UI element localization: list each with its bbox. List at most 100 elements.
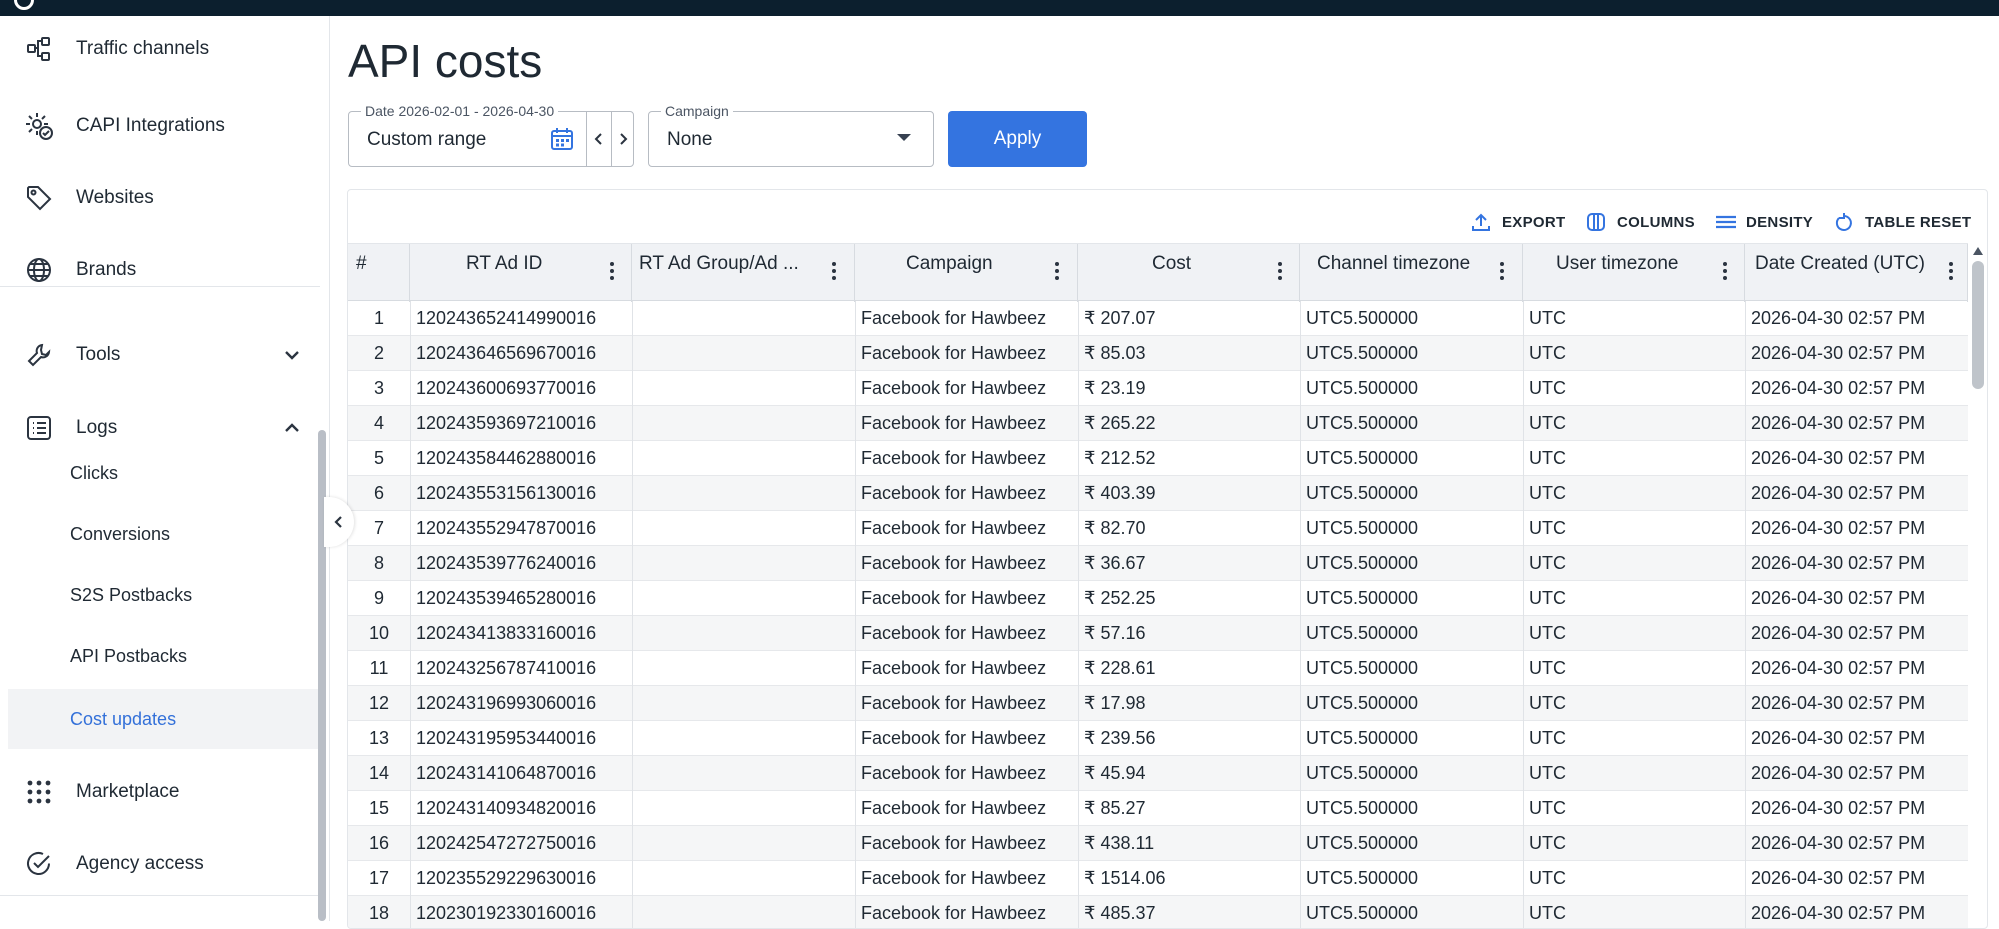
campaign-filter-value: None bbox=[667, 129, 713, 150]
table-header: # RT Ad ID RT Ad Group/Ad ... Campaign C… bbox=[348, 243, 1968, 302]
table-cell: 120243646569670016 bbox=[416, 343, 597, 363]
sidebar-subitem-conversions[interactable]: Conversions bbox=[8, 504, 318, 564]
table-cell: UTC5.500000 bbox=[1306, 868, 1419, 888]
table-row[interactable]: 18 120230192330160016 Facebook for Hawbeez… bbox=[348, 896, 1968, 928]
campaign-select[interactable]: Campaign None bbox=[648, 103, 934, 167]
sidebar-item-websites[interactable]: Websites bbox=[0, 170, 320, 226]
table-cell: UTC5.500000 bbox=[1306, 658, 1419, 678]
sidebar-subitem-label: Cost updates bbox=[70, 708, 177, 729]
table-row[interactable]: 10 120243413833160016 Facebook for Hawbeez… bbox=[348, 616, 1968, 651]
column-menu-icon[interactable] bbox=[1276, 260, 1284, 284]
table-cell: UTC5.500000 bbox=[1306, 308, 1419, 328]
table-cell: 14 bbox=[368, 763, 390, 783]
calendar-icon[interactable] bbox=[549, 126, 575, 152]
table-cell: 16 bbox=[368, 833, 390, 853]
table-row[interactable]: 7 120243552947870016 Facebook for Hawbeez ₹… bbox=[348, 511, 1968, 546]
table-cell: 12 bbox=[368, 693, 390, 713]
scroll-up-arrow-icon[interactable] bbox=[1973, 247, 1983, 255]
column-header-campaign[interactable]: Campaign bbox=[855, 244, 1078, 302]
table-row[interactable]: 9 120243539465280016 Facebook for Hawbeez ₹… bbox=[348, 581, 1968, 616]
table-cell: 2026-04-30 02:57 PM bbox=[1751, 518, 1926, 538]
column-header-label: Date Created (UTC) bbox=[1755, 253, 1925, 274]
column-header-rt-ad-group[interactable]: RT Ad Group/Ad ... bbox=[632, 244, 855, 302]
table-row[interactable]: 17 120235529229630016 Facebook for Hawbeez… bbox=[348, 861, 1968, 896]
column-menu-icon[interactable] bbox=[1947, 260, 1955, 284]
app-logo[interactable] bbox=[14, 0, 34, 10]
page-title: API costs bbox=[348, 35, 543, 87]
table-cell: UTC bbox=[1529, 588, 1566, 608]
table-row[interactable]: 2 120243646569670016 Facebook for Hawbeez ₹… bbox=[348, 336, 1968, 371]
table-row[interactable]: 6 120243553156130016 Facebook for Hawbeez ₹… bbox=[348, 476, 1968, 511]
sidebar-subitem-clicks[interactable]: Clicks bbox=[8, 443, 318, 503]
sidebar-item-traffic-channels[interactable]: Traffic channels bbox=[0, 21, 320, 77]
column-menu-icon[interactable] bbox=[1498, 260, 1506, 284]
columns-button[interactable]: COLUMNS bbox=[1585, 208, 1695, 236]
table-cell: 120243539465280016 bbox=[416, 588, 597, 608]
export-label: EXPORT bbox=[1502, 213, 1566, 231]
table-row[interactable]: 3 120243600693770016 Facebook for Hawbeez ₹… bbox=[348, 371, 1968, 406]
sidebar-subitem-cost-updates[interactable]: Cost updates bbox=[8, 689, 318, 749]
table-row[interactable]: 4 120243593697210016 Facebook for Hawbeez ₹… bbox=[348, 406, 1968, 441]
sidebar-subitem-label: Clicks bbox=[70, 462, 118, 483]
table-cell: Facebook for Hawbeez bbox=[861, 448, 1047, 468]
table-row[interactable]: 5 120243584462880016 Facebook for Hawbeez ₹… bbox=[348, 441, 1968, 476]
table-row[interactable]: 1 120243652414990016 Facebook for Hawbeez ₹… bbox=[348, 301, 1968, 336]
column-divider bbox=[1523, 301, 1524, 928]
table-row[interactable]: 14 120243141064870016 Facebook for Hawbeez… bbox=[348, 756, 1968, 791]
table-cell: UTC bbox=[1529, 308, 1566, 328]
sidebar-item-label: CAPI Integrations bbox=[76, 115, 225, 136]
table-cell: ₹ 239.56 bbox=[1084, 728, 1156, 748]
column-header-index[interactable]: # bbox=[348, 244, 410, 302]
table-row[interactable]: 11 120243256787410016 Facebook for Hawbeez… bbox=[348, 651, 1968, 686]
column-menu-icon[interactable] bbox=[830, 260, 838, 284]
table-row[interactable]: 16 120242547272750016 Facebook for Hawbeez… bbox=[348, 826, 1968, 861]
table-cell: UTC5.500000 bbox=[1306, 798, 1419, 818]
table-cell: 120235529229630016 bbox=[416, 868, 597, 888]
next-period-button[interactable] bbox=[612, 126, 634, 152]
table-cell: 120243539776240016 bbox=[416, 553, 597, 573]
table-cell: ₹ 85.27 bbox=[1084, 798, 1146, 818]
column-menu-icon[interactable] bbox=[608, 260, 616, 284]
sidebar-subitem-api-postbacks[interactable]: API Postbacks bbox=[8, 626, 318, 686]
table-cell: Facebook for Hawbeez bbox=[861, 413, 1047, 433]
column-menu-icon[interactable] bbox=[1721, 260, 1729, 284]
table-cell: Facebook for Hawbeez bbox=[861, 728, 1047, 748]
sidebar-item-capi-integrations[interactable]: CAPI Integrations bbox=[0, 98, 320, 154]
column-header-cost[interactable]: Cost bbox=[1078, 244, 1300, 302]
table-cell: ₹ 207.07 bbox=[1084, 308, 1156, 328]
column-divider bbox=[1300, 301, 1301, 928]
previous-period-button[interactable] bbox=[588, 126, 610, 152]
table-row[interactable]: 8 120243539776240016 Facebook for Hawbeez ₹… bbox=[348, 546, 1968, 581]
table-cell: 8 bbox=[373, 553, 384, 573]
sidebar-item-marketplace[interactable]: Marketplace bbox=[0, 764, 320, 820]
table-cell: ₹ 57.16 bbox=[1084, 623, 1146, 643]
column-menu-icon[interactable] bbox=[1053, 260, 1061, 284]
column-header-date-created[interactable]: Date Created (UTC) bbox=[1745, 244, 1968, 302]
apply-button[interactable]: Apply bbox=[948, 111, 1087, 167]
date-range-filter[interactable]: Date 2026-02-01 - 2026-04-30 Custom rang… bbox=[348, 103, 634, 167]
table-row[interactable]: 12 120243196993060016 Facebook for Hawbeez… bbox=[348, 686, 1968, 721]
sidebar-subitem-s2s-postbacks[interactable]: S2S Postbacks bbox=[8, 565, 318, 625]
table-scrollbar[interactable] bbox=[1970, 243, 1986, 928]
sidebar-item-tools[interactable]: Tools bbox=[0, 327, 320, 383]
reset-icon bbox=[1835, 213, 1852, 231]
column-header-user-timezone[interactable]: User timezone bbox=[1523, 244, 1745, 302]
table-cell: UTC5.500000 bbox=[1306, 378, 1419, 398]
column-header-rt-ad-id[interactable]: RT Ad ID bbox=[410, 244, 632, 302]
density-label: DENSITY bbox=[1746, 213, 1814, 231]
density-button[interactable]: DENSITY bbox=[1714, 208, 1813, 236]
table-row[interactable]: 13 120243195953440016 Facebook for Hawbeez… bbox=[348, 721, 1968, 756]
table-cell: 17 bbox=[368, 868, 390, 888]
table-scrollbar-thumb[interactable] bbox=[1972, 261, 1984, 389]
column-divider bbox=[410, 301, 411, 928]
column-header-channel-timezone[interactable]: Channel timezone bbox=[1300, 244, 1523, 302]
table-cell: UTC5.500000 bbox=[1306, 518, 1419, 538]
share-nodes-icon bbox=[24, 34, 54, 64]
sidebar-item-brands[interactable]: Brands bbox=[0, 242, 320, 298]
table-row[interactable]: 15 120243140934820016 Facebook for Hawbeez… bbox=[348, 791, 1968, 826]
caret-down-icon bbox=[897, 134, 911, 141]
sidebar-subitem-label: API Postbacks bbox=[70, 645, 188, 666]
export-button[interactable]: EXPORT bbox=[1470, 208, 1565, 236]
table-reset-button[interactable]: TABLE RESET bbox=[1833, 208, 1971, 236]
sidebar-item-agency-access[interactable]: Agency access bbox=[0, 836, 320, 892]
